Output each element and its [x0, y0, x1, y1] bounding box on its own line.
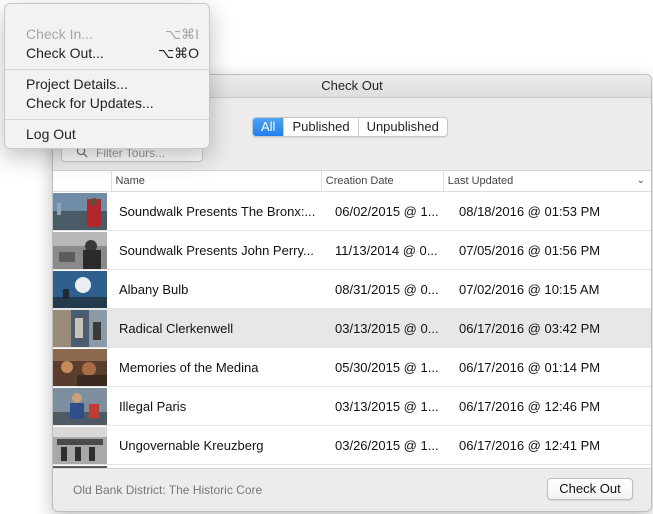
last-updated: 06/17/2016 @ 12:46 PM: [459, 398, 601, 414]
menu-item-check-in[interactable]: Check In... ⌥⌘I: [5, 25, 209, 44]
last-updated-label: Last Updated: [447, 175, 514, 187]
menu-separator: [5, 119, 209, 120]
creation-date: 06/02/2015 @ 1...: [335, 203, 439, 219]
table-row[interactable]: Soundwalk Presents John Perry... 11/13/2…: [53, 231, 651, 270]
table-row[interactable]: Albany Bulb 08/31/2015 @ 0... 07/02/2016…: [53, 270, 651, 309]
menu-item-project-details[interactable]: Project Details...: [5, 75, 209, 94]
table-row[interactable]: Illegal Paris 03/13/2015 @ 1... 06/17/20…: [53, 387, 651, 426]
table-header: Name Creation Date Last Updated ⌄: [53, 171, 651, 192]
last-updated: 06/17/2016 @ 03:42 PM: [459, 320, 601, 336]
menu-item-shortcut: ⌥⌘O: [157, 45, 199, 61]
thumbnail-column-header: [53, 171, 111, 191]
creation-date: 08/31/2015 @ 0...: [335, 281, 439, 297]
creation-date: 11/13/2014 @ 0...: [335, 242, 438, 258]
table-row[interactable]: Ungovernable Kreuzberg 03/26/2015 @ 1...…: [53, 426, 651, 465]
menu-separator: [5, 69, 209, 70]
creation-date: 03/26/2015 @ 1...: [335, 437, 439, 453]
tour-name: Soundwalk Presents The Bronx:...: [119, 203, 316, 219]
filter-segmented-control: All Published Unpublished: [252, 117, 448, 137]
tab-published[interactable]: Published: [283, 118, 357, 136]
tab-all[interactable]: All: [253, 118, 284, 136]
menu-item-label: Check Out...: [26, 45, 104, 61]
selected-tour-label: Old Bank District: The Historic Core: [73, 483, 263, 497]
table-row[interactable]: Radical Clerkenwell 03/13/2015 @ 0... 06…: [53, 309, 651, 348]
tour-name: Ungovernable Kreuzberg: [119, 437, 264, 453]
tour-thumbnail: [53, 387, 107, 425]
tour-name: Radical Clerkenwell: [119, 320, 234, 336]
menu-item-label: Check In...: [26, 26, 93, 42]
last-updated-column-header[interactable]: Last Updated ⌄: [442, 171, 651, 191]
menu-item-label: Check for Updates...: [26, 95, 154, 111]
last-updated: 06/17/2016 @ 01:14 PM: [459, 359, 601, 375]
last-updated: 07/05/2016 @ 01:56 PM: [459, 242, 601, 258]
name-column-header[interactable]: Name: [110, 171, 321, 191]
creation-date: 03/13/2015 @ 1...: [335, 398, 439, 414]
tour-name: Memories of the Medina: [119, 359, 259, 375]
table-row[interactable]: Soundwalk Presents The Bronx:... 06/02/2…: [53, 192, 651, 231]
menu-item-check-out[interactable]: Check Out... ⌥⌘O: [5, 44, 209, 63]
tour-thumbnail: [53, 231, 107, 269]
menu-item-log-out[interactable]: Log Out: [5, 125, 209, 144]
last-updated: 08/18/2016 @ 01:53 PM: [459, 203, 601, 219]
check-out-button[interactable]: Check Out: [547, 478, 633, 500]
tour-thumbnail: [53, 465, 107, 468]
tour-name: Albany Bulb: [119, 281, 189, 297]
table-row-partial[interactable]: [53, 465, 651, 468]
tour-thumbnail: [53, 348, 107, 386]
tour-thumbnail: [53, 426, 107, 464]
menu-item-label: Project Details...: [26, 76, 128, 92]
tour-name: Soundwalk Presents John Perry...: [119, 242, 314, 258]
tour-thumbnail: [53, 270, 107, 308]
chevron-down-icon: ⌄: [636, 175, 645, 186]
tour-thumbnail: [53, 192, 107, 230]
tour-thumbnail: [53, 309, 107, 347]
table-row[interactable]: Memories of the Medina 05/30/2015 @ 1...…: [53, 348, 651, 387]
creation-date-column-header[interactable]: Creation Date: [320, 171, 443, 191]
tab-unpublished[interactable]: Unpublished: [357, 118, 447, 136]
creation-date: 05/30/2015 @ 1...: [335, 359, 439, 375]
account-menu: Check In... ⌥⌘I Check Out... ⌥⌘O Project…: [4, 3, 210, 149]
menu-item-check-for-updates[interactable]: Check for Updates...: [5, 94, 209, 113]
menu-item-label: Log Out: [26, 126, 76, 142]
menu-item-shortcut: ⌥⌘I: [164, 26, 199, 42]
last-updated: 06/17/2016 @ 12:41 PM: [459, 437, 601, 453]
tours-table: Name Creation Date Last Updated ⌄ Soundw…: [53, 170, 651, 469]
creation-date: 03/13/2015 @ 0...: [335, 320, 439, 336]
tour-name: Illegal Paris: [119, 398, 187, 414]
last-updated: 07/02/2016 @ 10:15 AM: [459, 281, 600, 297]
